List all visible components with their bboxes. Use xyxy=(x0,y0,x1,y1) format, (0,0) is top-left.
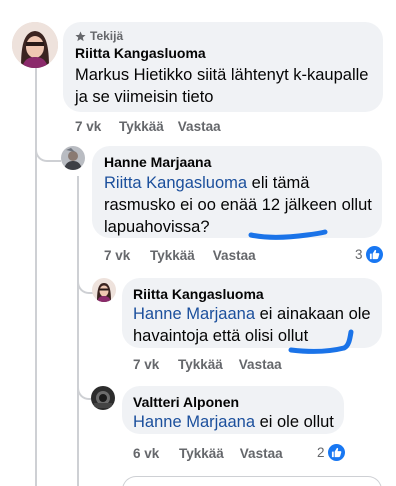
comment-text: Markus Hietikko siitä lähtenyt k-kaupall… xyxy=(75,64,375,108)
comment-actions: 6 vk Tykkää Vastaa xyxy=(133,446,283,461)
reply-button[interactable]: Vastaa xyxy=(178,119,221,134)
comment-text-part: eli tämä xyxy=(247,174,310,192)
like-button[interactable]: Tykkää xyxy=(179,446,224,461)
comment-author[interactable]: Riitta Kangasluoma xyxy=(133,286,264,302)
thread-line-curve-1 xyxy=(35,150,61,162)
like-button[interactable]: Tykkää xyxy=(119,119,164,134)
comment-text: Hanne Marjaana ei ole ollut xyxy=(133,411,343,433)
avatar[interactable] xyxy=(12,22,58,68)
avatar[interactable] xyxy=(61,146,85,170)
comment-timestamp[interactable]: 7 vk xyxy=(104,248,150,263)
comment-text-line: rasmusko ei oo enää 12 jälkeen ollut xyxy=(104,196,372,214)
thread-line-sub xyxy=(77,176,79,486)
comment-timestamp[interactable]: 7 vk xyxy=(75,119,119,134)
author-badge: Tekijä xyxy=(75,29,123,43)
reply-button[interactable]: Vastaa xyxy=(240,446,283,461)
comment-text-line: Markus Hietikko siitä lähtenyt k-kaupall… xyxy=(75,66,369,84)
comment-input-box[interactable] xyxy=(122,476,382,486)
reaction-count[interactable]: 2 xyxy=(317,444,345,461)
comment-actions: 7 vk Tykkää Vastaa xyxy=(133,357,282,372)
reply-button[interactable]: Vastaa xyxy=(239,357,282,372)
like-thumb-icon xyxy=(365,246,383,263)
comment-text-part: ei ainakaan ole xyxy=(255,305,371,323)
comment-actions: 7 vk Tykkää Vastaa xyxy=(75,119,221,134)
avatar[interactable] xyxy=(92,278,116,302)
comment-author[interactable]: Hanne Marjaana xyxy=(104,154,211,170)
comment-text-line: ja se viimeisin tieto xyxy=(75,88,214,106)
annotation-scribble xyxy=(248,229,328,240)
thread-line-main xyxy=(35,62,37,486)
comment-text-part: ei ole ollut xyxy=(255,413,334,431)
reaction-count-number: 3 xyxy=(355,247,363,262)
comment-actions: 7 vk Tykkää Vastaa xyxy=(104,248,256,263)
comment-author[interactable]: Valtteri Alponen xyxy=(133,394,239,410)
avatar[interactable] xyxy=(91,386,115,410)
mention-link[interactable]: Hanne Marjaana xyxy=(133,305,255,323)
like-button[interactable]: Tykkää xyxy=(150,248,195,263)
comment-timestamp[interactable]: 7 vk xyxy=(133,357,178,372)
like-thumb-icon xyxy=(327,444,345,461)
like-button[interactable]: Tykkää xyxy=(178,357,223,372)
reaction-count[interactable]: 3 xyxy=(355,246,383,263)
annotation-scribble xyxy=(288,329,354,354)
comment-author[interactable]: Riitta Kangasluoma xyxy=(75,45,206,61)
comment-timestamp[interactable]: 6 vk xyxy=(133,446,179,461)
reaction-count-number: 2 xyxy=(317,445,325,460)
badge-star-icon xyxy=(75,30,86,41)
mention-link[interactable]: Hanne Marjaana xyxy=(133,413,255,431)
reply-button[interactable]: Vastaa xyxy=(213,248,256,263)
badge-label-text: Tekijä xyxy=(90,29,124,43)
mention-link[interactable]: Riitta Kangasluoma xyxy=(104,174,247,192)
